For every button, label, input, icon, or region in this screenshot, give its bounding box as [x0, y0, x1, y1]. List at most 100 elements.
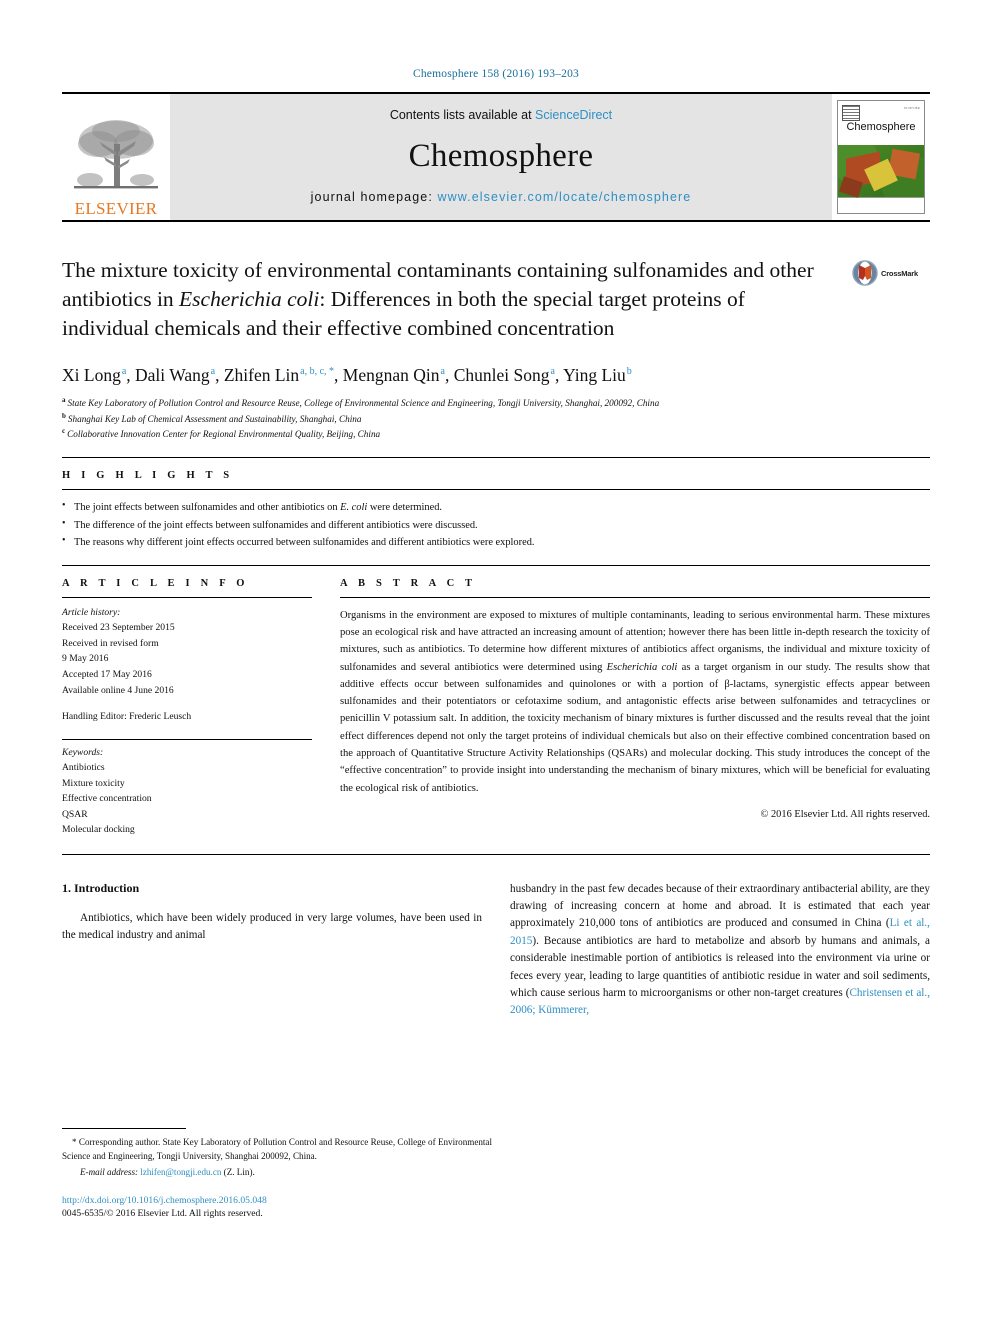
author-name: Mengnan Qin — [342, 364, 440, 385]
body-column-right: husbandry in the past few decades becaus… — [510, 881, 930, 1020]
highlight-item: The reasons why different joint effects … — [62, 533, 930, 551]
doi-link[interactable]: http://dx.doi.org/10.1016/j.chemosphere.… — [62, 1195, 492, 1206]
email-suffix: (Z. Lin). — [221, 1167, 255, 1178]
abstract-heading: A B S T R A C T — [340, 577, 477, 589]
elsevier-logo: ELSEVIER — [62, 94, 170, 220]
history-available-online: Available online 4 June 2016 — [62, 684, 174, 696]
masthead-center: Contents lists available at ScienceDirec… — [170, 94, 832, 220]
cover-corner-text: ELSEVIER — [904, 106, 920, 110]
crossmark-icon — [852, 260, 878, 286]
article-history-block: Article history: Received 23 September 2… — [62, 605, 312, 725]
highlight-text-pre: The reasons why different joint effects … — [74, 536, 535, 548]
highlight-item: The difference of the joint effects betw… — [62, 516, 930, 534]
keywords-block: Keywords: Antibiotics Mixture toxicity E… — [62, 745, 312, 838]
history-accepted: Accepted 17 May 2016 — [62, 668, 152, 680]
cover-bottom-band — [838, 197, 924, 213]
author-affil-marks: a — [121, 365, 127, 377]
highlight-item: The joint effects between sulfonamides a… — [62, 498, 930, 516]
author-list: Xi Longa, Dali Wanga, Zhifen Lina, b, c,… — [62, 364, 632, 385]
history-revised-date: 9 May 2016 — [62, 653, 109, 665]
journal-homepage-line: journal homepage: www.elsevier.com/locat… — [311, 190, 692, 204]
abstract-column: A B S T R A C T Organisms in the environ… — [340, 566, 930, 838]
page-title: The mixture toxicity of environmental co… — [62, 256, 836, 344]
affiliation-text: Collaborative Innovation Center for Regi… — [67, 429, 381, 440]
keyword-item: Mixture toxicity — [62, 777, 125, 789]
abstract-text: Organisms in the environment are exposed… — [340, 607, 930, 797]
keyword-item: Effective concentration — [62, 793, 152, 805]
divider-above-highlights — [62, 457, 930, 459]
article-first-page: Chemosphere 158 (2016) 193–203 ELSEVIER … — [0, 0, 992, 1323]
article-history-label: Article history: — [62, 606, 121, 618]
title-line-4: effective combined concentration — [327, 316, 615, 341]
author-affil-marks: a — [550, 365, 555, 377]
affiliation-item: b Shanghai Key Lab of Chemical Assessment… — [62, 411, 930, 426]
introduction-paragraph-left: Antibiotics, which have been widely prod… — [62, 911, 482, 942]
cover-publisher-icon — [842, 105, 860, 121]
cover-image: ELSEVIER Chemosphere — [837, 100, 925, 214]
keywords-label: Keywords: — [62, 746, 104, 758]
affiliation-text: Shanghai Key Lab of Chemical Assessment … — [67, 413, 362, 424]
affiliation-list: a State Key Laboratory of Pollution Contr… — [62, 395, 930, 441]
journal-title: Chemosphere — [408, 137, 594, 174]
highlight-text-pre: The joint effects between sulfonamides a… — [74, 502, 341, 514]
elsevier-tree-icon — [74, 120, 158, 189]
divider-below-abstract — [62, 853, 930, 855]
title-species-name: Escherichia coli — [179, 287, 320, 312]
author-affil-marks: a, b, c, * — [300, 365, 335, 377]
footnote-divider — [62, 1128, 186, 1129]
homepage-prefix: journal homepage: — [310, 190, 438, 204]
info-abstract-row: A R T I C L E I N F O Article history: R… — [62, 566, 930, 838]
journal-homepage-link[interactable]: www.elsevier.com/locate/chemosphere — [437, 190, 691, 204]
author-affil-marks: a — [210, 365, 216, 377]
author-affil-marks: b — [626, 365, 632, 377]
affiliation-item: c Collaborative Innovation Center for Reg… — [62, 426, 930, 441]
title-block: The mixture toxicity of environmental co… — [62, 256, 930, 344]
author-item: Mengnan Qina — [343, 365, 445, 385]
keyword-item: Molecular docking — [62, 824, 135, 836]
highlight-text-post: were determined. — [367, 502, 442, 514]
corresponding-author-note: * Corresponding author. State Key Labora… — [62, 1137, 492, 1162]
sciencedirect-link[interactable]: ScienceDirect — [535, 108, 612, 122]
body-columns: 1. Introduction Antibiotics, which have … — [62, 881, 930, 1020]
journal-masthead: ELSEVIER Contents lists available at Sci… — [62, 92, 930, 222]
handling-editor: Handling Editor: Frederic Leusch — [62, 711, 192, 723]
abstract-copyright: © 2016 Elsevier Ltd. All rights reserved… — [760, 808, 931, 820]
author-name: Dali Wang — [135, 364, 210, 385]
history-received: Received 23 September 2015 — [62, 622, 175, 634]
author-item: Zhifen Lina, b, c, * — [224, 365, 334, 385]
affiliation-text: State Key Laboratory of Pollution Contro… — [67, 398, 660, 409]
highlight-species: E. coli — [340, 502, 368, 514]
body-column-left: 1. Introduction Antibiotics, which have … — [62, 881, 482, 1020]
author-name: Zhifen Lin — [223, 364, 300, 385]
corresponding-email-link[interactable]: lzhifen@tongji.edu.cn — [140, 1167, 221, 1177]
author-item: Ying Liub — [563, 365, 632, 385]
history-revised-label: Received in revised form — [62, 637, 159, 649]
divider-above-keywords — [62, 738, 312, 740]
affiliation-item: a State Key Laboratory of Pollution Contr… — [62, 395, 930, 410]
author-affil-marks: a — [440, 365, 445, 377]
cover-top-band: ELSEVIER Chemosphere — [838, 101, 924, 145]
title-line-2b: : Differences in — [319, 287, 453, 312]
intro-right-text-a: husbandry in the past few decades becaus… — [510, 882, 930, 930]
title-text-wrap: The mixture toxicity of environmental co… — [62, 256, 852, 344]
crossmark-label: CrossMark — [881, 268, 918, 278]
footnote-block: * Corresponding author. State Key Labora… — [62, 1128, 492, 1219]
keyword-item: Antibiotics — [62, 762, 105, 774]
author-item: Chunlei Songa — [454, 365, 555, 385]
contents-available-line: Contents lists available at ScienceDirec… — [390, 108, 612, 122]
keyword-item: QSAR — [62, 808, 88, 820]
author-name: Xi Long — [62, 364, 121, 385]
elsevier-wordmark: ELSEVIER — [74, 199, 158, 218]
introduction-heading: 1. Introduction — [62, 880, 140, 895]
author-name: Chunlei Song — [453, 364, 550, 385]
cover-photo — [838, 145, 924, 198]
article-info-column: A R T I C L E I N F O Article history: R… — [62, 566, 312, 838]
crossmark-badge[interactable]: CrossMark — [852, 256, 930, 286]
issn-copyright-line: 0045-6535/© 2016 Elsevier Ltd. All right… — [62, 1207, 263, 1219]
divider-under-abstract-heading — [340, 596, 930, 598]
email-note: E-mail address: lzhifen@tongji.edu.cn (Z… — [62, 1165, 492, 1179]
author-name: Ying Liu — [563, 364, 626, 385]
abstract-part-2: as a target organism in our study. The r… — [340, 661, 930, 794]
divider-under-highlights-heading — [62, 489, 930, 491]
